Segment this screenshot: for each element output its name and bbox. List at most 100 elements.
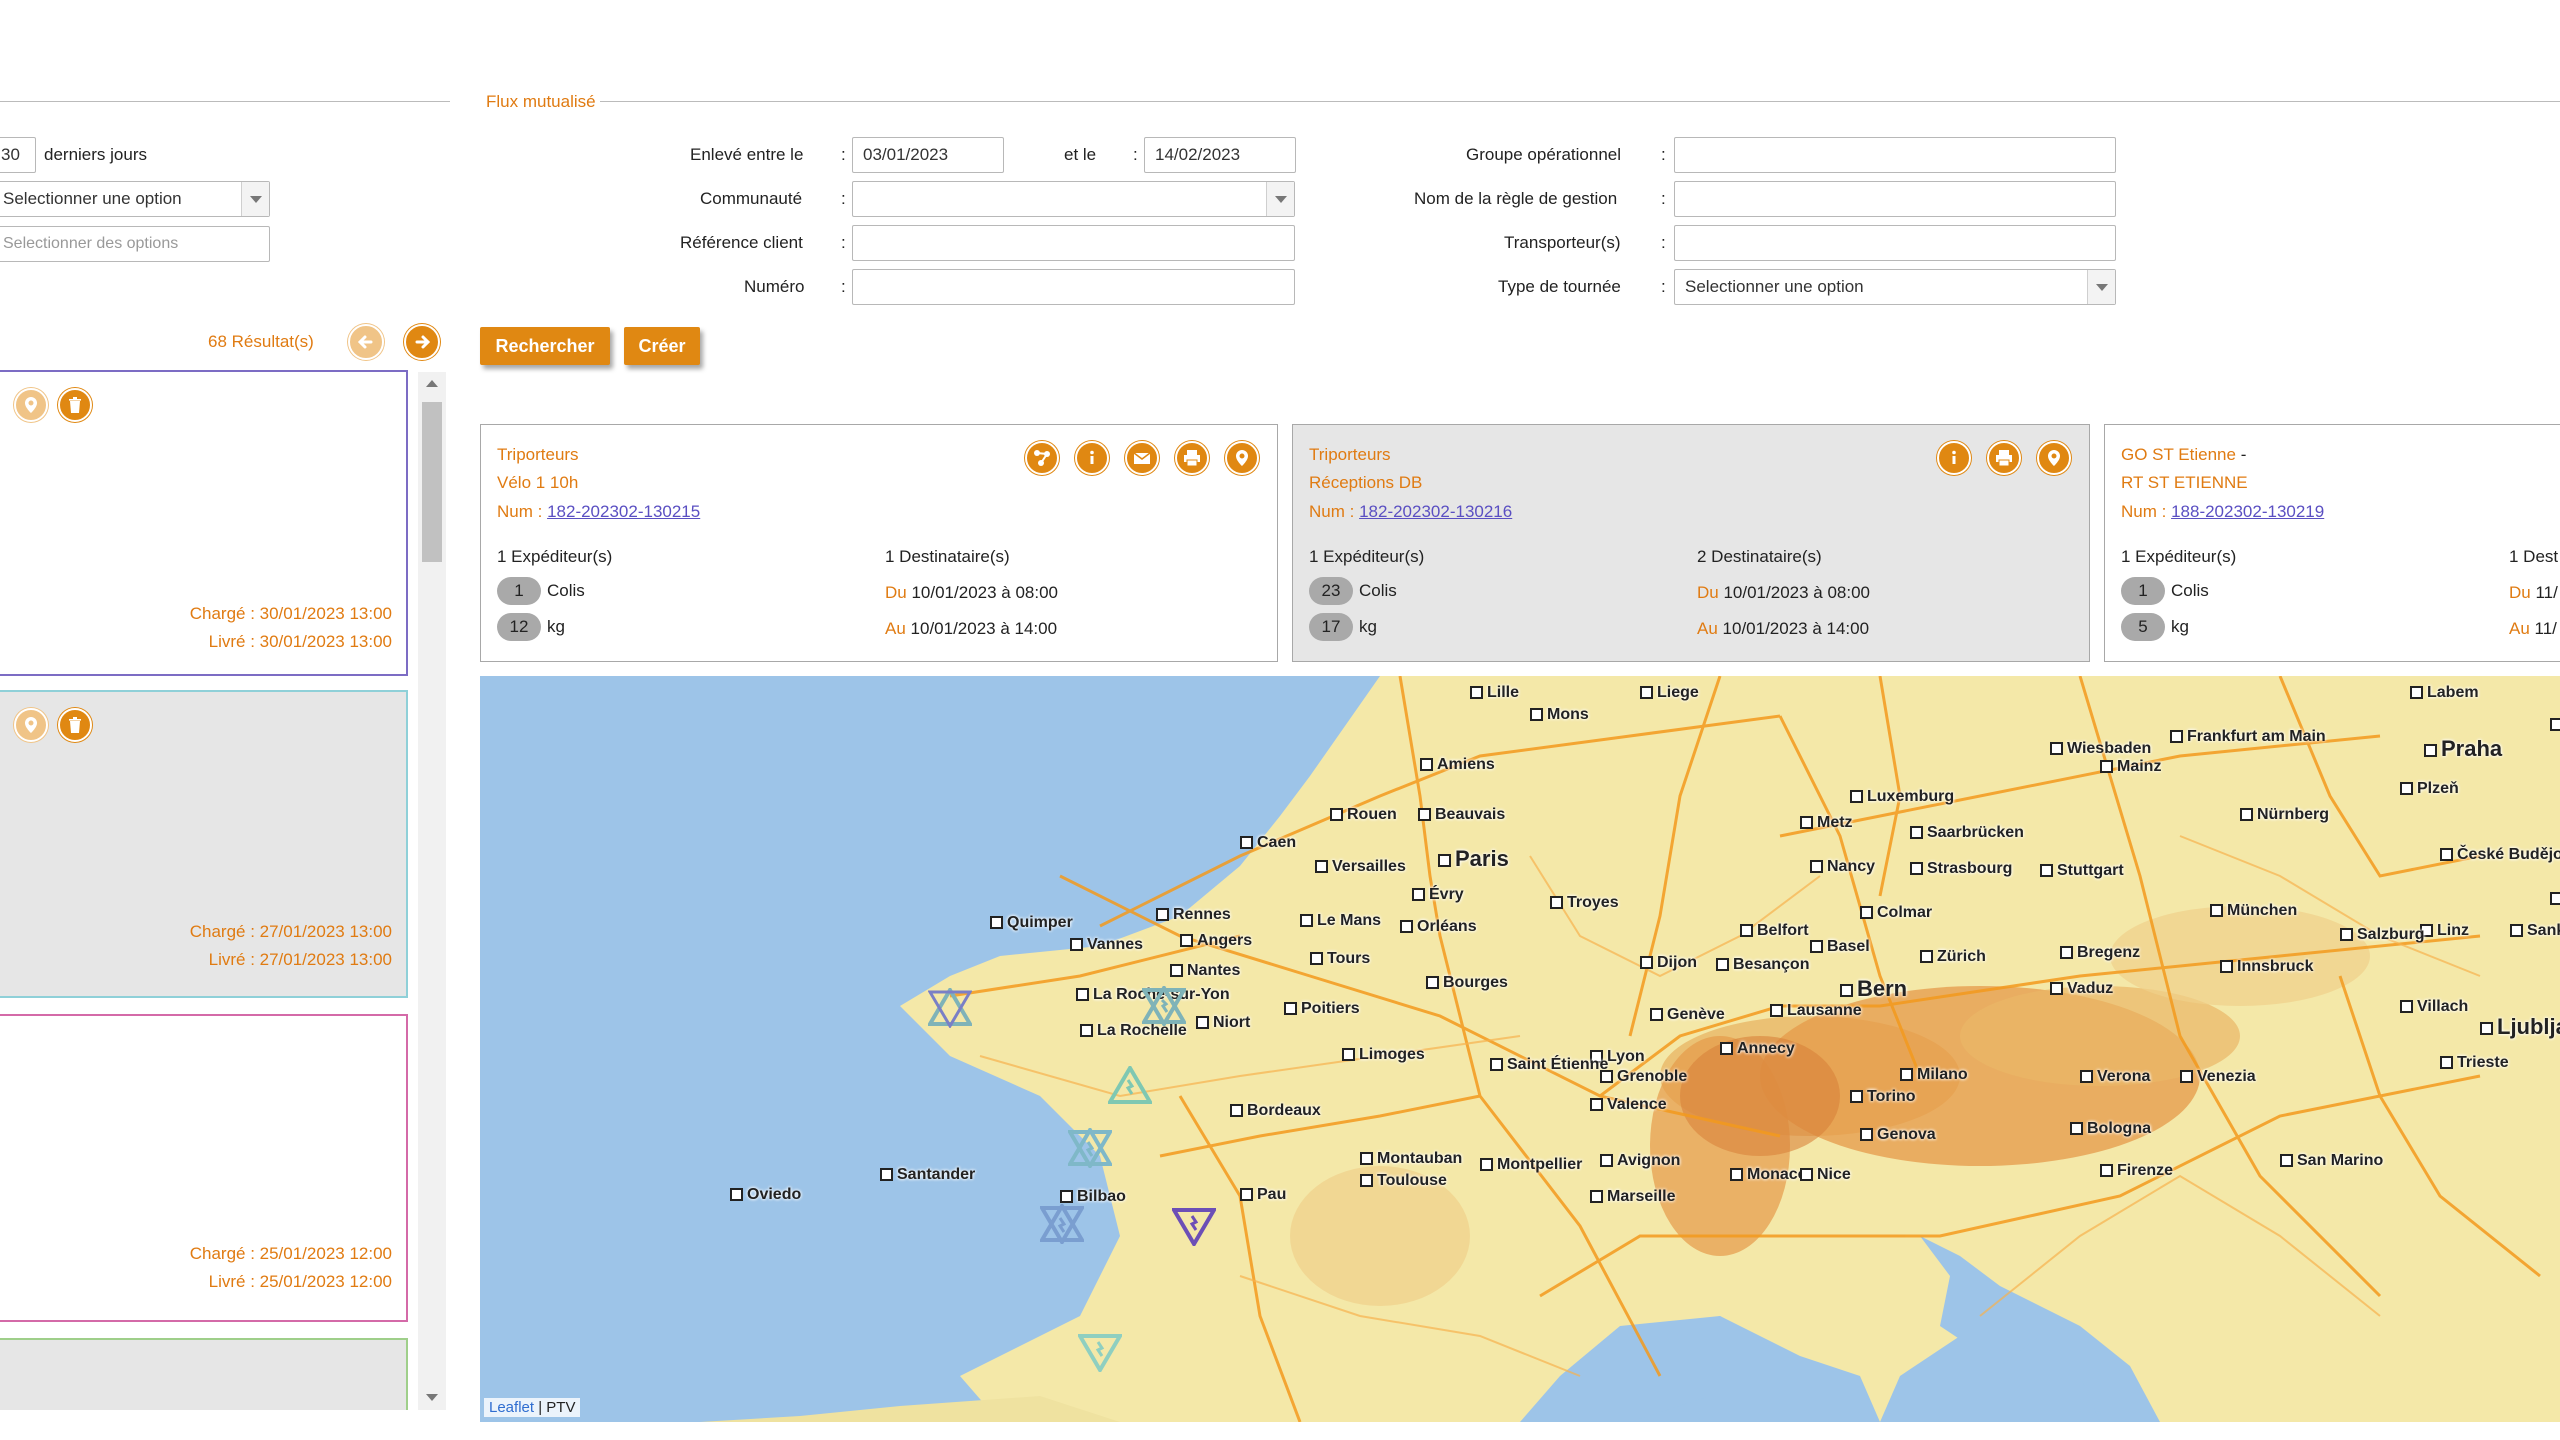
map-city-label: Hradec Králové xyxy=(2550,716,2560,734)
numero-input[interactable] xyxy=(852,269,1295,305)
tournee-select[interactable]: Selectionner une option xyxy=(1674,269,2116,305)
location-pin-icon xyxy=(25,397,37,413)
numero-label: Numéro xyxy=(744,277,805,296)
kg-row: 12 kg xyxy=(497,613,565,641)
location-pin-icon xyxy=(25,717,37,733)
colis-row: 1 Colis xyxy=(2121,577,2209,605)
delete-button[interactable] xyxy=(58,708,92,742)
groupe-input[interactable] xyxy=(1674,137,2116,173)
triangle-marker[interactable] xyxy=(1078,1332,1122,1372)
map-city-label: Bologna xyxy=(2070,1120,2151,1138)
transporteur-label: Transporteur(s) xyxy=(1504,233,1621,252)
print-button[interactable] xyxy=(1987,441,2021,475)
previous-page-button[interactable] xyxy=(348,324,384,360)
tour-card[interactable]: GO ST Etienne - RT ST ETIENNE Num : 188-… xyxy=(2104,424,2560,662)
mail-button[interactable] xyxy=(1125,441,1159,475)
map-city-label: Belfort xyxy=(1740,922,1809,940)
left-multiselect[interactable]: Selectionner des options xyxy=(0,226,270,262)
au-label: Au xyxy=(1697,619,1718,638)
date-to-input[interactable]: 14/02/2023 xyxy=(1144,137,1296,173)
au-row: Au 11/ xyxy=(2509,619,2557,639)
location-pin-button[interactable] xyxy=(2037,441,2071,475)
scroll-up-arrow[interactable] xyxy=(426,380,438,387)
days-input[interactable]: 30 xyxy=(0,137,36,173)
regle-input[interactable] xyxy=(1674,181,2116,217)
num-link[interactable]: 182-202302-130216 xyxy=(1359,502,1512,521)
kg-label: kg xyxy=(1359,617,1377,636)
card-line1: GO ST Etienne - xyxy=(2121,445,2246,465)
map-city-label: Évry xyxy=(1412,886,1464,904)
triangle-marker[interactable] xyxy=(1068,1128,1112,1168)
fieldset-line-left xyxy=(0,101,450,102)
reference-input[interactable] xyxy=(852,225,1295,261)
triangle-marker[interactable] xyxy=(1040,1204,1084,1244)
map-city-label: Metz xyxy=(1800,814,1853,832)
result-card[interactable]: Chargé : 27/01/2023 13:00 Livré : 27/01/… xyxy=(0,690,408,998)
left-select[interactable]: Selectionner une option xyxy=(0,181,270,217)
map-city-label: Avignon xyxy=(1600,1152,1680,1170)
map-city-label: Marseille xyxy=(1590,1188,1675,1206)
map-city-label: Limoges xyxy=(1342,1046,1425,1064)
tour-card[interactable]: Triporteurs Réceptions DB Num : 182-2023… xyxy=(1292,424,2090,662)
card-num: Num : 182-202302-130215 xyxy=(497,502,700,522)
rechercher-button[interactable]: Rechercher xyxy=(480,327,610,365)
card-line1-text: GO ST Etienne xyxy=(2121,445,2236,464)
map-city-label: Saarbrücken xyxy=(1910,824,2024,842)
triangle-marker[interactable] xyxy=(928,988,972,1028)
map[interactable]: Lille Mons Liege Frankfurt am Main Wiesbaden… xyxy=(480,676,2560,1422)
map-city-label: Stuttgart xyxy=(2040,862,2124,880)
location-pin-button[interactable] xyxy=(14,388,48,422)
card-line1: Triporteurs xyxy=(497,445,579,464)
scrollbar-thumb[interactable] xyxy=(422,402,442,562)
location-pin-button[interactable] xyxy=(14,708,48,742)
map-city-label: Santander xyxy=(880,1166,975,1184)
info-button[interactable] xyxy=(1937,441,1971,475)
leaflet-link[interactable]: Leaflet xyxy=(489,1399,534,1416)
map-city-label: Le Mans xyxy=(1300,912,1381,930)
next-page-button[interactable] xyxy=(404,324,440,360)
location-pin-button[interactable] xyxy=(1225,441,1259,475)
expediteur-count: 1 Expéditeur(s) xyxy=(497,547,613,566)
kg-label: kg xyxy=(547,617,565,636)
results-scrollbar[interactable] xyxy=(418,372,446,1410)
route-button[interactable] xyxy=(1025,441,1059,475)
colon: : xyxy=(1661,233,1666,252)
tour-card[interactable]: Triporteurs Vélo 1 10h Num : 182-202302-… xyxy=(480,424,1278,662)
result-card[interactable]: Chargé : 25/01/2023 12:00 Livré : 25/01/… xyxy=(0,1014,408,1322)
reference-label: Référence client xyxy=(680,233,803,252)
result-card[interactable] xyxy=(0,1338,408,1410)
num-link[interactable]: 182-202302-130215 xyxy=(547,502,700,521)
map-city-label: Praha xyxy=(2424,736,2502,762)
results-list[interactable]: Chargé : 30/01/2023 13:00 Livré : 30/01/… xyxy=(0,368,448,1410)
destinataire-count: 1 Destinataire(s) xyxy=(885,547,1010,566)
triangle-marker[interactable] xyxy=(1172,1206,1216,1246)
map-city-label: Wiesbaden xyxy=(2050,740,2151,758)
chevron-down-icon[interactable] xyxy=(1266,182,1294,216)
delete-button[interactable] xyxy=(58,388,92,422)
chevron-down-icon[interactable] xyxy=(241,182,269,216)
left-multiselect-placeholder: Selectionner des options xyxy=(3,235,179,252)
scroll-down-arrow[interactable] xyxy=(426,1394,438,1401)
communaute-select[interactable] xyxy=(852,181,1295,217)
result-card[interactable]: Chargé : 30/01/2023 13:00 Livré : 30/01/… xyxy=(0,370,408,676)
location-pin-icon xyxy=(1236,450,1248,466)
regle-label: Nom de la règle de gestion xyxy=(1414,189,1618,208)
num-label: Num : xyxy=(2121,502,2167,521)
map-city-label: Nancy xyxy=(1810,858,1875,876)
triangle-marker[interactable] xyxy=(1108,1066,1152,1106)
info-button[interactable] xyxy=(1075,441,1109,475)
creer-button[interactable]: Créer xyxy=(624,327,700,365)
trash-icon xyxy=(69,717,81,733)
transporteur-input[interactable] xyxy=(1674,225,2116,261)
map-city-label: Caen xyxy=(1240,834,1296,852)
du-row: Du 10/01/2023 à 08:00 xyxy=(885,583,1058,603)
num-link[interactable]: 188-202302-130219 xyxy=(2171,502,2324,521)
triangle-marker[interactable] xyxy=(1142,986,1186,1026)
chevron-down-icon[interactable] xyxy=(2087,270,2115,304)
card-num: Num : 182-202302-130216 xyxy=(1309,502,1512,522)
map-city-label: Niort xyxy=(1196,1014,1250,1032)
charge-date: Chargé : 30/01/2023 13:00 xyxy=(189,604,392,623)
print-button[interactable] xyxy=(1175,441,1209,475)
map-city-label: Nürnberg xyxy=(2240,806,2329,824)
date-from-input[interactable]: 03/01/2023 xyxy=(852,137,1004,173)
